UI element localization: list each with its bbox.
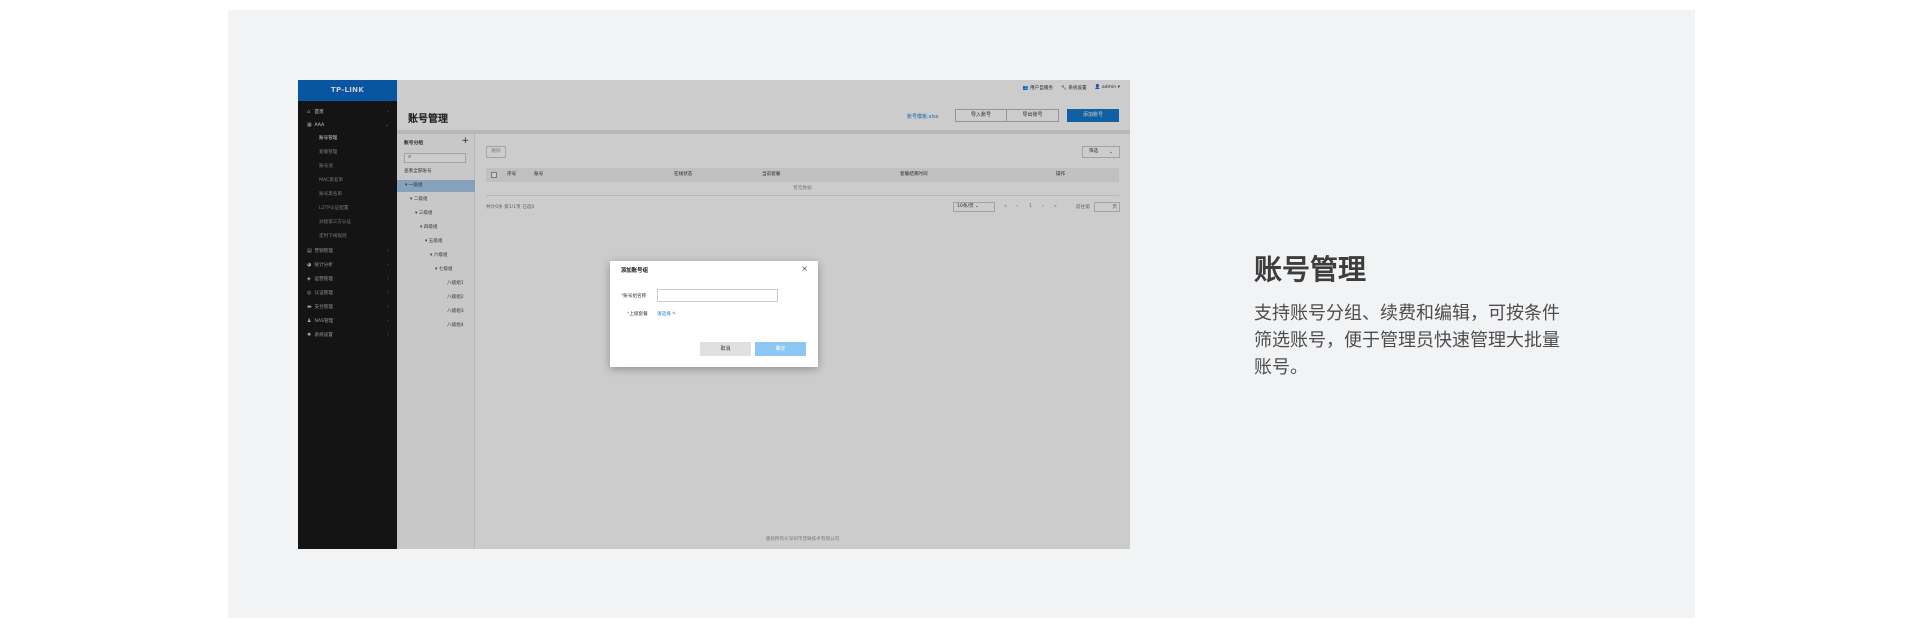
pencil-icon: ✎ — [672, 312, 677, 317]
feature-description: 支持账号分组、续费和编辑，可按条件筛选账号，便于管理员快速管理大批量账号。 — [1254, 303, 1560, 378]
confirm-button[interactable]: 确定 — [755, 342, 806, 356]
select-parent-text: 请选择 — [657, 312, 671, 317]
add-group-dialog: 添加账号组 × *账号组名称 *上级套餐 请选择 ✎ 取消 确定 — [610, 261, 818, 367]
group-name-label-text: 账号组名称 — [623, 294, 647, 299]
app-screenshot: TP-LINK ⌂ 首页 › ▦ AAA ⌄ 账号管理 套餐管理 账号池 MAC黑名… — [298, 80, 1130, 549]
close-icon[interactable]: × — [801, 264, 808, 273]
parent-package-label: *上级套餐 — [627, 312, 648, 317]
feature-title: 账号管理 — [1254, 253, 1367, 286]
dialog-title: 添加账号组 — [621, 268, 648, 274]
group-name-label: *账号组名称 — [621, 294, 647, 299]
group-name-input[interactable] — [657, 289, 778, 302]
parent-package-label-text: 上级套餐 — [629, 312, 648, 317]
cancel-button[interactable]: 取消 — [700, 342, 751, 356]
select-parent-link[interactable]: 请选择 ✎ — [657, 311, 676, 317]
